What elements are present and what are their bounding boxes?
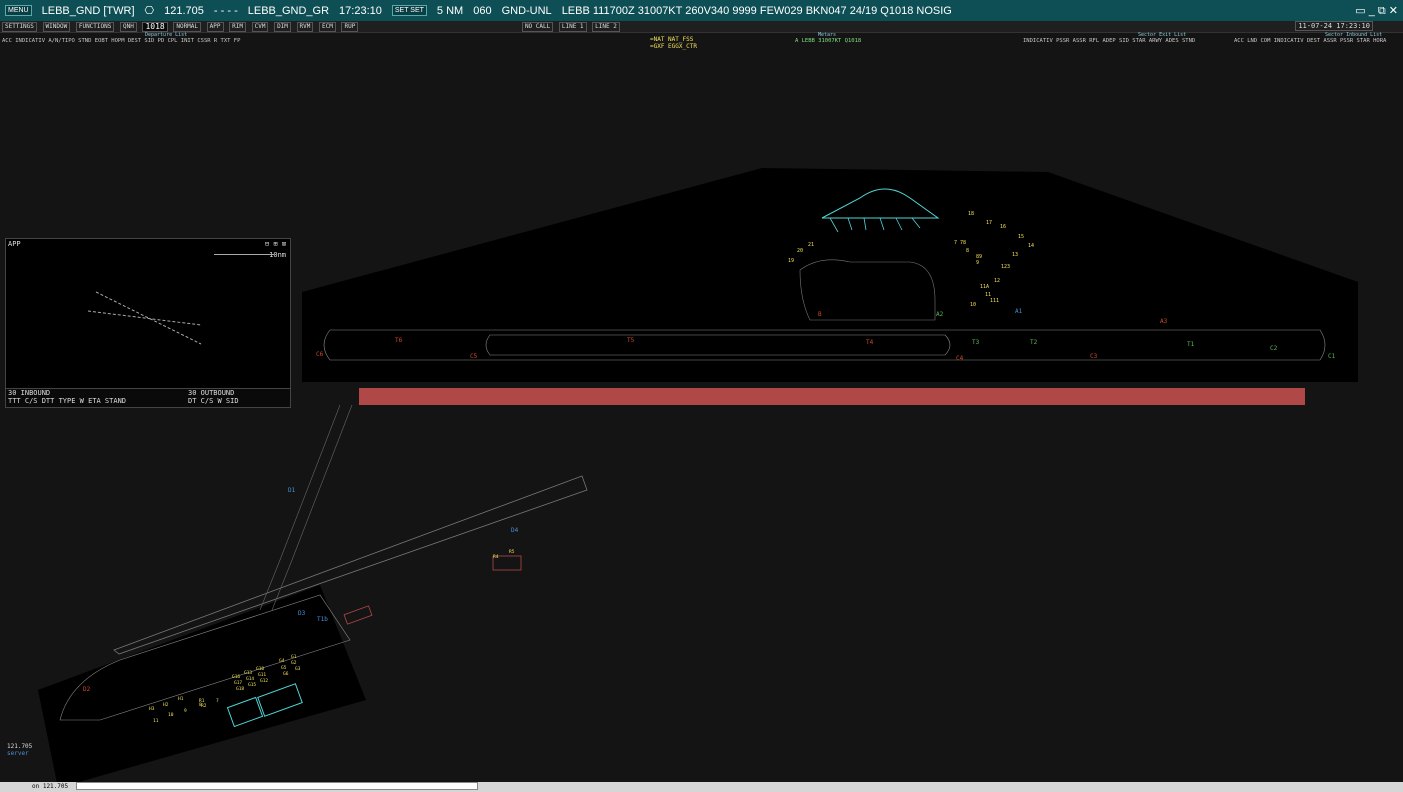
stand-111: 111 (990, 298, 999, 304)
stand-r5: R5 (509, 549, 515, 555)
stand-h2: H2 (163, 702, 169, 708)
runway-2 (113, 475, 588, 655)
stand-123: 123 (1001, 264, 1010, 270)
label-d4: D4 (511, 527, 519, 534)
label-t3: T3 (972, 339, 980, 346)
stand-11a: 11A (980, 284, 989, 290)
stand-14: 14 (1028, 243, 1034, 249)
outbound-columns: DT C/S W SID (188, 397, 239, 405)
stand-13: 13 (1012, 252, 1018, 258)
app-window[interactable]: APP ⊟ ⊞ ⊠ 10nm (5, 238, 291, 390)
status-freq: on 121.705 (32, 782, 69, 790)
status-input[interactable] (75, 782, 478, 790)
stand-s11: 11 (153, 718, 159, 724)
label-t2: T2 (1030, 339, 1038, 346)
stand-r2: R2 (201, 703, 207, 709)
label-d3: D3 (298, 610, 306, 617)
label-c2: C2 (1270, 345, 1278, 352)
stand-s9: 9 (184, 708, 187, 714)
stand-19: 19 (788, 258, 794, 264)
stand-10: 10 (970, 302, 976, 308)
stand-g1: G1 (291, 654, 297, 660)
stand-18: 18 (968, 211, 974, 217)
label-d2: D2 (83, 686, 91, 693)
north-apron (302, 168, 1358, 382)
inbound-title: 30 INBOUND (8, 389, 51, 397)
stand-h3: H3 (149, 706, 155, 712)
label-d1: D1 (288, 487, 296, 494)
label-t6: T6 (395, 337, 403, 344)
stand-16: 16 (1000, 224, 1006, 230)
app-runways (87, 291, 202, 345)
stand-s10: 10 (168, 712, 174, 718)
runway (359, 388, 1305, 405)
stand-r4: R4 (493, 554, 499, 560)
label-t4: T4 (866, 339, 874, 346)
label-a1: A1 (1015, 308, 1023, 315)
inbound-columns: TTT C/S DTT TYPE W ETA STAND (8, 397, 127, 405)
stand-g18: G18 (236, 686, 244, 692)
label-t1: T1 (1187, 341, 1195, 348)
bottom-server: server (7, 750, 29, 757)
stand-g4: G4 (279, 658, 285, 664)
stand-g11: G11 (258, 672, 266, 678)
bottom-freq: 121.705 (7, 743, 33, 750)
stand-g5: G5 (281, 665, 287, 671)
stand-g13: G13 (244, 670, 252, 676)
label-c6: C6 (316, 351, 324, 358)
stand-7: 7 (954, 240, 957, 246)
stand-g14: G14 (246, 676, 254, 682)
stand-8: 8 (966, 248, 969, 254)
label-c5: C5 (470, 353, 478, 360)
stand-g15: G15 (248, 682, 256, 688)
stand-78: 78 (960, 240, 966, 246)
stand-h1: H1 (178, 696, 184, 702)
label-a2: A2 (936, 311, 944, 318)
status-bar: on 121.705 (0, 782, 1403, 792)
label-t5: T5 (627, 337, 635, 344)
stand-20: 20 (797, 248, 803, 254)
stand-9: 9 (976, 260, 979, 266)
label-t1b: T1b (317, 616, 328, 623)
remote-labels: R4 R5 (493, 549, 515, 560)
stand-15: 15 (1018, 234, 1024, 240)
stand-g10: G10 (256, 666, 264, 672)
remote-area-2 (343, 605, 373, 625)
label-a3: A3 (1160, 318, 1168, 325)
stand-12: 12 (994, 278, 1000, 284)
stand-g6: G6 (283, 671, 289, 677)
stand-g16: G16 (232, 674, 240, 680)
stand-17: 17 (986, 220, 992, 226)
taxiway-d1b (271, 404, 353, 611)
frequency-readout: 121.705 server (7, 743, 32, 757)
label-c1: C1 (1328, 353, 1336, 360)
stand-g3: G3 (295, 666, 301, 672)
stand-21: 21 (808, 242, 814, 248)
inbound-outbound-panel: 30 INBOUND TTT C/S DTT TYPE W ETA STAND … (5, 388, 291, 408)
stand-g17: G17 (234, 680, 242, 686)
stand-s7: 7 (216, 698, 219, 704)
label-c4: C4 (956, 355, 964, 362)
taxiway-d1 (259, 404, 341, 611)
outbound-title: 30 OUTBOUND (188, 389, 235, 397)
stand-g2: G2 (291, 660, 297, 666)
stand-g12: G12 (260, 678, 268, 684)
stand-89: 89 (976, 254, 982, 260)
label-b: B (818, 311, 822, 318)
label-c3: C3 (1090, 353, 1098, 360)
